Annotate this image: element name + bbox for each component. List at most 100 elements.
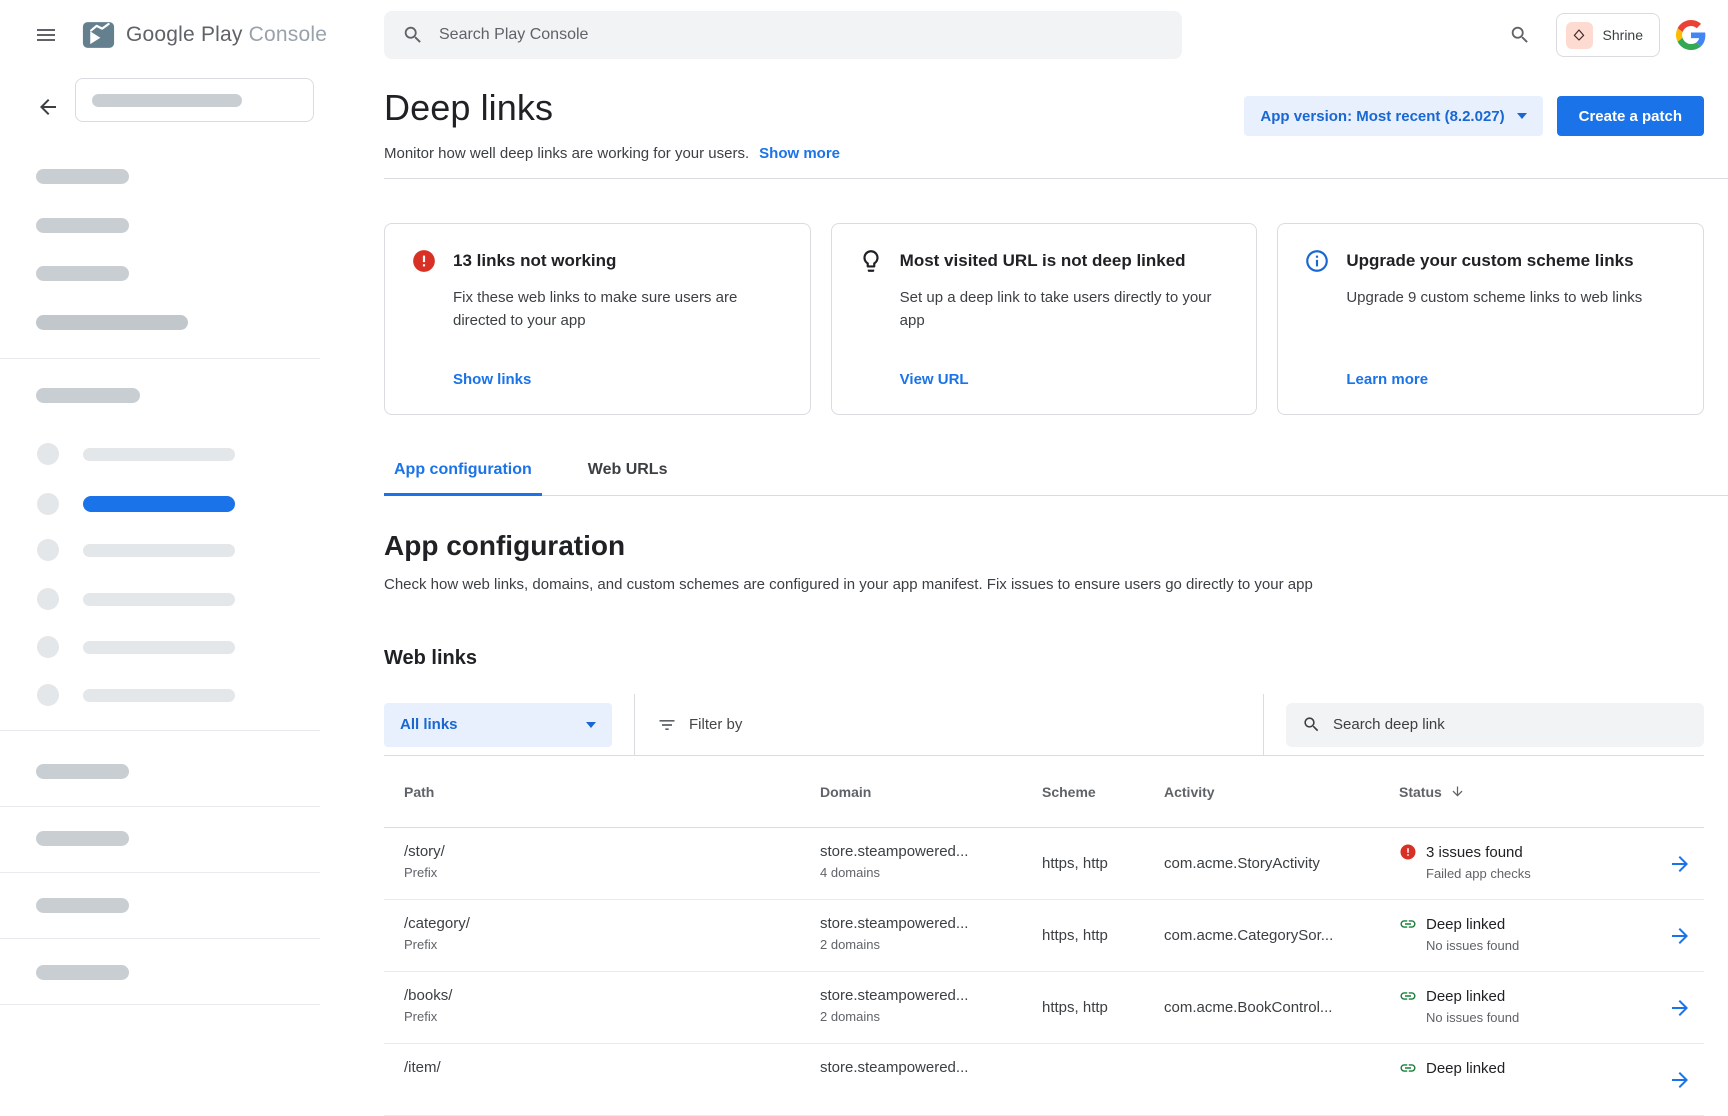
play-console-logo[interactable]: Google Play Console [82, 0, 327, 70]
secondary-search-button[interactable] [1498, 13, 1542, 57]
card-body: Set up a deep link to take users directl… [900, 286, 1231, 332]
domain-value: store.steampowered... [820, 1059, 1042, 1076]
view-url-link[interactable]: View URL [900, 353, 1231, 388]
link-icon [1399, 1059, 1417, 1077]
skeleton-bar [83, 496, 235, 512]
path-value: /item/ [404, 1059, 820, 1076]
card-upgrade-custom-scheme: Upgrade your custom scheme links Upgrade… [1277, 223, 1704, 415]
path-value: /books/ [404, 987, 820, 1004]
show-links-link[interactable]: Show links [453, 353, 784, 388]
link-icon [1399, 987, 1417, 1005]
hamburger-icon [34, 23, 58, 47]
section-title: App configuration [384, 530, 1704, 562]
activity-value: com.acme.CategorySor... [1164, 927, 1399, 944]
sidebar-divider [0, 358, 320, 359]
global-search-bar[interactable] [384, 11, 1182, 59]
google-account-avatar[interactable] [1674, 18, 1708, 52]
card-most-visited-url: Most visited URL is not deep linked Set … [831, 223, 1258, 415]
status-detail: No issues found [1426, 1010, 1656, 1025]
skeleton-bar [36, 169, 129, 184]
row-detail-arrow-button[interactable] [1668, 852, 1692, 876]
table-row[interactable]: /category/ Prefix store.steampowered... … [384, 900, 1704, 972]
nav-item-icon-placeholder [37, 636, 59, 658]
sidebar-divider [0, 938, 320, 939]
back-button[interactable] [24, 83, 72, 131]
filter-by-label: Filter by [689, 716, 742, 733]
main-content: Deep links App version: Most recent (8.2… [320, 70, 1728, 1116]
table-header-row: Path Domain Scheme Activity Status [384, 756, 1704, 828]
filter-icon [657, 715, 677, 735]
status-value: Deep linked [1426, 916, 1505, 933]
skeleton-bar [83, 593, 235, 606]
sidebar-nav-item[interactable] [0, 684, 320, 706]
card-title: Upgrade your custom scheme links [1346, 248, 1633, 274]
chevron-down-icon [1517, 113, 1527, 119]
header-actions: App version: Most recent (8.2.027) Creat… [1244, 96, 1704, 136]
domain-count: 2 domains [820, 937, 1042, 952]
scheme-value: https, http [1042, 999, 1164, 1016]
path-type: Prefix [404, 937, 820, 952]
activity-value: com.acme.BookControl... [1164, 999, 1399, 1016]
page-header: Deep links App version: Most recent (8.2… [384, 86, 1704, 136]
logo-text-console: Console [249, 23, 327, 46]
sidebar-app-selector-placeholder [75, 78, 314, 122]
arrow-forward-icon [1668, 924, 1692, 948]
nav-item-icon-placeholder [37, 588, 59, 610]
tab-web-urls[interactable]: Web URLs [578, 461, 678, 496]
sort-descending-icon [1450, 784, 1465, 799]
sidebar-nav-item-selected[interactable] [0, 493, 320, 515]
table-row[interactable]: /story/ Prefix store.steampowered... 4 d… [384, 828, 1704, 900]
create-patch-button[interactable]: Create a patch [1557, 96, 1704, 136]
skeleton-bar [36, 831, 129, 846]
page-subtitle-row: Monitor how well deep links are working … [384, 145, 1704, 162]
sidebar-divider [0, 730, 320, 731]
app-version-label: App version: Most recent (8.2.027) [1260, 108, 1504, 125]
search-icon [1302, 715, 1321, 734]
status-detail: Failed app checks [1426, 866, 1656, 881]
table-row[interactable]: /books/ Prefix store.steampowered... 2 d… [384, 972, 1704, 1044]
search-icon [1509, 24, 1531, 46]
learn-more-link[interactable]: Learn more [1346, 353, 1677, 388]
sidebar-nav-item[interactable] [0, 588, 320, 610]
status-value: Deep linked [1426, 988, 1505, 1005]
column-header-status[interactable]: Status [1399, 784, 1656, 800]
deep-link-search-bar[interactable] [1286, 703, 1704, 747]
row-detail-arrow-button[interactable] [1668, 924, 1692, 948]
google-g-icon [1676, 20, 1706, 50]
play-console-logo-icon [82, 21, 115, 49]
row-detail-arrow-button[interactable] [1668, 996, 1692, 1020]
tab-app-configuration[interactable]: App configuration [384, 461, 542, 496]
deep-link-search-input[interactable] [1333, 716, 1688, 733]
column-header-domain: Domain [820, 784, 1042, 800]
logo-text-google-play: Google Play [126, 23, 243, 46]
links-filter-dropdown[interactable]: All links [384, 703, 612, 747]
table-row[interactable]: /item/ store.steampowered... Deep linked [384, 1044, 1704, 1116]
sidebar-divider [0, 806, 320, 807]
web-links-title: Web links [384, 647, 1704, 670]
topbar-right-cluster: Shrine [1498, 0, 1708, 70]
nav-item-icon-placeholder [37, 539, 59, 561]
shrine-app-icon [1566, 22, 1593, 49]
sidebar-nav-item[interactable] [0, 636, 320, 658]
card-body: Upgrade 9 custom scheme links to web lin… [1346, 286, 1677, 309]
info-icon [1304, 248, 1330, 274]
link-icon [1399, 915, 1417, 933]
path-value: /story/ [404, 843, 820, 860]
filter-by-control[interactable]: Filter by [635, 694, 1263, 755]
sidebar-nav-item[interactable] [0, 539, 320, 561]
skeleton-bar [36, 266, 129, 281]
global-search-input[interactable] [439, 26, 1164, 44]
sidebar-nav-item[interactable] [0, 443, 320, 465]
app-switcher-chip[interactable]: Shrine [1556, 13, 1660, 57]
sidebar-divider [0, 872, 320, 873]
show-more-link[interactable]: Show more [759, 145, 840, 162]
lightbulb-icon [858, 248, 884, 274]
page-title: Deep links [384, 86, 553, 130]
scheme-value: https, http [1042, 927, 1164, 944]
nav-item-icon-placeholder [37, 684, 59, 706]
hamburger-menu-button[interactable] [22, 11, 70, 59]
page-subtitle: Monitor how well deep links are working … [384, 145, 749, 162]
app-version-dropdown[interactable]: App version: Most recent (8.2.027) [1244, 96, 1542, 136]
skeleton-bar [36, 315, 188, 330]
skeleton-bar [83, 689, 235, 702]
